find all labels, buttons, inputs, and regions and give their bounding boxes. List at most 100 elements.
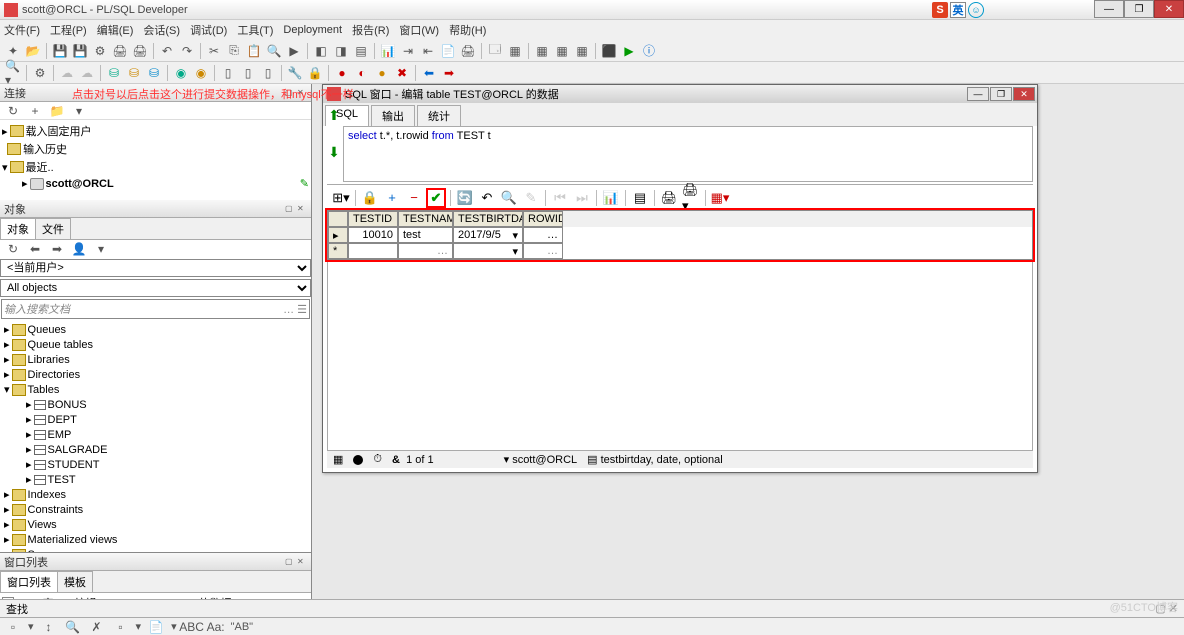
menu-report[interactable]: 报告(R) <box>352 22 389 38</box>
status-exec-icon[interactable]: ⏱ <box>373 453 382 466</box>
grid1-icon[interactable]: ▦ <box>533 42 551 60</box>
col-testname[interactable]: TESTNAME <box>398 211 453 227</box>
tab-windowlist[interactable]: 窗口列表 <box>0 571 58 592</box>
grid2-icon[interactable]: ▦ <box>553 42 571 60</box>
cell-testname[interactable]: test <box>398 227 453 243</box>
gear-icon[interactable]: ⚙ <box>91 42 109 60</box>
bar2-icon[interactable]: ▯ <box>239 64 257 82</box>
menu-session[interactable]: 会话(S) <box>143 22 180 38</box>
folder-icon[interactable]: 📁 <box>48 102 66 120</box>
printer2-icon[interactable]: 🖨▾ <box>681 188 701 208</box>
cloud2-icon[interactable]: ☁ <box>78 64 96 82</box>
find-icon[interactable]: 🔍 <box>499 188 519 208</box>
tool-b-icon[interactable]: ◨ <box>332 42 350 60</box>
menu-tools[interactable]: 工具(T) <box>237 22 273 38</box>
sb-doc-icon[interactable]: 📄 <box>147 620 165 634</box>
minimize-button[interactable]: — <box>1094 0 1124 18</box>
obj-qtables[interactable]: ▸Queue tables <box>2 337 309 352</box>
pin-icon[interactable]: ▢ <box>285 557 295 567</box>
sb-binoc-icon[interactable]: 🔍 <box>64 620 82 634</box>
indent-icon[interactable]: ⇥ <box>399 42 417 60</box>
sb-icon2[interactable]: ↕ <box>40 620 58 634</box>
refresh-icon[interactable]: ↻ <box>4 240 22 258</box>
first-icon[interactable]: ⏮ <box>550 188 570 208</box>
ime-lang[interactable]: 英 <box>950 2 966 18</box>
explain-icon[interactable]: 📊 <box>379 42 397 60</box>
tree-session[interactable]: ▸scott@ORCL✎ <box>2 176 309 191</box>
panel-close-icon[interactable]: ✕ <box>297 204 307 214</box>
col-testbirtday[interactable]: TESTBIRTDAY <box>453 211 523 227</box>
zoom-icon[interactable]: 🔍▾ <box>4 64 22 82</box>
tree-fixed-user[interactable]: ▸载入固定用户 <box>2 122 309 140</box>
table-bonus[interactable]: ▸BONUS <box>2 397 309 412</box>
row-selector[interactable]: ▸ <box>328 227 348 243</box>
cloud1-icon[interactable]: ☁ <box>58 64 76 82</box>
obj-queues[interactable]: ▸Queues <box>2 322 309 337</box>
export-icon[interactable]: ▤ <box>630 188 650 208</box>
filter-icon[interactable]: ▾ <box>92 240 110 258</box>
maximize-button[interactable]: ❐ <box>1124 0 1154 18</box>
scroll-up-icon[interactable]: ⬆ <box>328 107 340 124</box>
red3-icon[interactable]: ● <box>373 64 391 82</box>
bar3-icon[interactable]: ▯ <box>259 64 277 82</box>
obj-views[interactable]: ▸Views <box>2 517 309 532</box>
scroll-down-icon[interactable]: ⬇ <box>328 144 340 161</box>
panel-close-icon[interactable]: ✕ <box>297 557 307 567</box>
commit-icon[interactable]: ✔ <box>426 188 446 208</box>
bar1-icon[interactable]: ▯ <box>219 64 237 82</box>
sql-close-button[interactable]: ✕ <box>1013 87 1035 101</box>
fn1-icon[interactable]: ◉ <box>172 64 190 82</box>
col-testid[interactable]: TESTID <box>348 211 398 227</box>
row-selector-new[interactable]: * <box>328 243 348 259</box>
db2-icon[interactable]: ⛁ <box>125 64 143 82</box>
obj-libraries[interactable]: ▸Libraries <box>2 352 309 367</box>
data-grid[interactable]: TESTID TESTNAME TESTBIRTDAY ROWID ▸ 1001… <box>327 210 1033 260</box>
sb-abc-icon[interactable]: ABC <box>183 620 201 634</box>
report-icon[interactable]: 📄 <box>439 42 457 60</box>
stop-icon[interactable]: ⬛ <box>600 42 618 60</box>
ime-emoji-icon[interactable]: ☺ <box>968 2 984 18</box>
tree-recent[interactable]: ▾最近.. <box>2 158 309 176</box>
sb-icon1[interactable]: ▫ <box>4 620 22 634</box>
saveall-icon[interactable]: 💾 <box>71 42 89 60</box>
sql-max-button[interactable]: ❐ <box>990 87 1012 101</box>
printer-icon[interactable]: 🖨 <box>659 188 679 208</box>
menu-project[interactable]: 工程(P) <box>50 22 87 38</box>
lock-icon[interactable]: 🔒 <box>306 64 324 82</box>
exec-icon[interactable]: ▶ <box>620 42 638 60</box>
obj-constraints[interactable]: ▸Constraints <box>2 502 309 517</box>
db1-icon[interactable]: ⛁ <box>105 64 123 82</box>
cell-rowid[interactable]: … <box>523 227 563 243</box>
cell-testid[interactable]: 10010 <box>348 227 398 243</box>
print3-icon[interactable]: 🖨 <box>459 42 477 60</box>
menu-edit[interactable]: 编辑(E) <box>97 22 134 38</box>
cell-testbirtday[interactable]: 2017/9/5▾ <box>453 227 523 243</box>
fn2-icon[interactable]: ◉ <box>192 64 210 82</box>
row-selector-header[interactable] <box>328 211 348 227</box>
back-icon[interactable]: ⬅ <box>26 240 44 258</box>
obj-indexes[interactable]: ▸Indexes <box>2 487 309 502</box>
menu-deployment[interactable]: Deployment <box>283 24 342 36</box>
db3-icon[interactable]: ⛁ <box>145 64 163 82</box>
menu-window[interactable]: 窗口(W) <box>399 22 439 38</box>
next-icon[interactable]: ➡ <box>440 64 458 82</box>
red1-icon[interactable]: ● <box>333 64 351 82</box>
last-icon[interactable]: ⏭ <box>572 188 592 208</box>
undo-icon[interactable]: ↶ <box>477 188 497 208</box>
sql-icon[interactable]: ▦ <box>506 42 524 60</box>
sql-min-button[interactable]: — <box>967 87 989 101</box>
pin-icon[interactable]: ▢ <box>285 204 295 214</box>
add-icon[interactable]: + <box>26 102 44 120</box>
help-icon[interactable]: ⓘ <box>640 42 658 60</box>
obj-mviews[interactable]: ▸Materialized views <box>2 532 309 547</box>
tab-files[interactable]: 文件 <box>35 218 71 239</box>
user-icon[interactable]: 👤 <box>70 240 88 258</box>
outdent-icon[interactable]: ⇤ <box>419 42 437 60</box>
sql-window-titlebar[interactable]: SQL 窗口 - 编辑 table TEST@ORCL 的数据 — ❐ ✕ <box>323 85 1037 103</box>
tab-output[interactable]: 输出 <box>371 105 415 126</box>
sb-ab-icon[interactable]: Aa: <box>207 620 225 634</box>
print2-icon[interactable]: 🖨 <box>131 42 149 60</box>
prev-icon[interactable]: ⬅ <box>420 64 438 82</box>
table-salgrade[interactable]: ▸SALGRADE <box>2 442 309 457</box>
cog-icon[interactable]: ⚙ <box>31 64 49 82</box>
